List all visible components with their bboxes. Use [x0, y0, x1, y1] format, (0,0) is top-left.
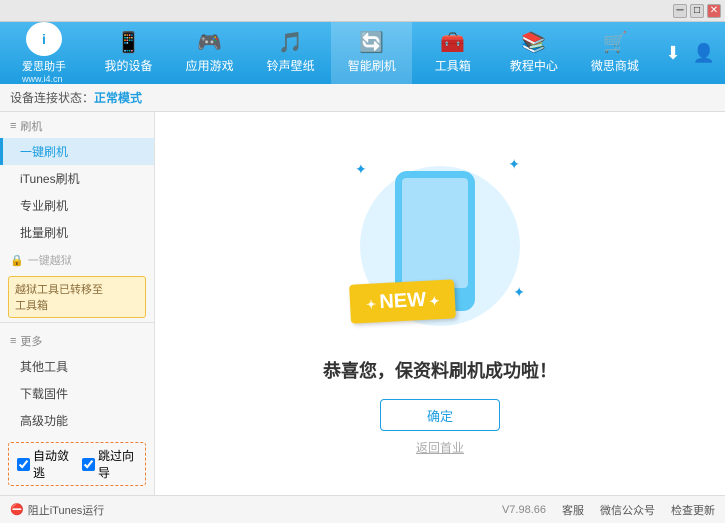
sparkle-1: ✦	[355, 161, 367, 178]
sidebar-item-batch-flash[interactable]: 批量刷机	[0, 219, 154, 246]
stop-icon: ⛔	[10, 503, 24, 516]
sidebar: ≡ 刷机 一键刷机 iTunes刷机 专业刷机 批量刷机 🔒 一键越狱 越狱工具…	[0, 112, 155, 495]
nav-label: 铃声壁纸	[267, 57, 315, 74]
logo-name: 爱思助手 www.i4.cn	[22, 58, 66, 84]
sidebar-jailbreak-warning: 越狱工具已转移至 工具箱	[8, 276, 146, 318]
sidebar-item-advanced[interactable]: 高级功能	[0, 407, 154, 434]
sidebar-section-flash: ≡ 刷机	[0, 112, 154, 138]
app-logo[interactable]: i 爱思助手 www.i4.cn	[0, 22, 88, 84]
nav-label: 微思商城	[591, 57, 639, 74]
bottom-bar: ⛔ 阻止iTunes运行 V7.98.66 客服 微信公众号 检查更新	[0, 495, 725, 523]
version-label: V7.98.66	[502, 504, 546, 516]
sidebar-section-jailbreak: 🔒 一键越狱	[0, 246, 154, 272]
nav-bar: i 爱思助手 www.i4.cn 📱 我的设备 🎮 应用游戏 🎵 铃声壁纸 🔄 …	[0, 22, 725, 84]
sidebar-item-one-key-flash[interactable]: 一键刷机	[0, 138, 154, 165]
section-icon: ≡	[10, 120, 16, 132]
sidebar-section-more: ≡ 更多	[0, 327, 154, 353]
phone-screen	[402, 178, 468, 288]
success-text: 恭喜您，保资料刷机成功啦！	[323, 357, 557, 383]
nav-label: 智能刷机	[348, 57, 396, 74]
nav-smart-flash[interactable]: 🔄 智能刷机	[331, 22, 412, 84]
tutorial-icon: 📚	[521, 33, 546, 53]
sidebar-divider	[0, 322, 154, 323]
status-value: 正常模式	[94, 89, 142, 106]
more-section-icon: ≡	[10, 335, 16, 347]
nav-ringtones[interactable]: 🎵 铃声壁纸	[250, 22, 331, 84]
nav-label: 我的设备	[105, 57, 153, 74]
through-wizard-checkbox[interactable]	[82, 458, 95, 471]
status-prefix: 设备连接状态：	[10, 89, 94, 106]
nav-my-device[interactable]: 📱 我的设备	[88, 22, 169, 84]
link-customer-service[interactable]: 客服	[562, 502, 584, 518]
download-btn[interactable]: ⬇	[665, 43, 680, 64]
ringtones-icon: 🎵	[278, 33, 303, 53]
stop-itunes-btn[interactable]: ⛔ 阻止iTunes运行	[10, 502, 104, 518]
title-bar: ─ □ ✕	[0, 0, 725, 22]
nav-items: 📱 我的设备 🎮 应用游戏 🎵 铃声壁纸 🔄 智能刷机 🧰 工具箱 📚 教程中心…	[88, 22, 655, 84]
sidebar-item-pro-flash[interactable]: 专业刷机	[0, 192, 154, 219]
success-illustration: ✦ ✦ ✦ NEW	[350, 151, 530, 341]
nav-apps-games[interactable]: 🎮 应用游戏	[169, 22, 250, 84]
my-device-icon: 📱	[116, 33, 141, 53]
new-badge: NEW	[349, 279, 456, 323]
sparkle-3: ✦	[513, 284, 525, 301]
apps-games-icon: 🎮	[197, 33, 222, 53]
sidebar-item-itunes-flash[interactable]: iTunes刷机	[0, 165, 154, 192]
device-section: 📱 iPhone 12 mini 64GB Down-12mini-13,1	[0, 490, 154, 495]
logo-circle: i	[26, 22, 62, 56]
link-check-update[interactable]: 检查更新	[671, 502, 715, 518]
again-link[interactable]: 返回首业	[416, 439, 464, 456]
nav-label: 工具箱	[435, 57, 471, 74]
auto-flash-label[interactable]: 自动敛逃	[17, 447, 72, 481]
nav-right: ⬇ 👤	[655, 22, 725, 84]
status-bar: 设备连接状态： 正常模式	[0, 84, 725, 112]
close-btn[interactable]: ✕	[707, 4, 721, 18]
through-wizard-label[interactable]: 跳过向导	[82, 447, 137, 481]
bottom-right: V7.98.66 客服 微信公众号 检查更新	[502, 502, 715, 518]
main-layout: ≡ 刷机 一键刷机 iTunes刷机 专业刷机 批量刷机 🔒 一键越狱 越狱工具…	[0, 112, 725, 495]
nav-label: 教程中心	[510, 57, 558, 74]
toolbox-icon: 🧰	[440, 33, 465, 53]
nav-label: 应用游戏	[186, 57, 234, 74]
sidebar-item-other-tools[interactable]: 其他工具	[0, 353, 154, 380]
content-area: ✦ ✦ ✦ NEW 恭喜您，保资料刷机成功啦！ 确定 返回首业	[155, 112, 725, 495]
maximize-btn[interactable]: □	[690, 4, 704, 18]
user-btn[interactable]: 👤	[693, 43, 715, 64]
auto-flash-checkbox[interactable]	[17, 458, 30, 471]
link-wechat-public[interactable]: 微信公众号	[600, 502, 655, 518]
sidebar-item-download-firmware[interactable]: 下载固件	[0, 380, 154, 407]
nav-tutorial[interactable]: 📚 教程中心	[493, 22, 574, 84]
confirm-button[interactable]: 确定	[380, 399, 500, 431]
lock-icon: 🔒	[10, 254, 24, 267]
sparkle-2: ✦	[508, 156, 520, 173]
smart-flash-icon: 🔄	[359, 33, 384, 53]
checkbox-area: 自动敛逃 跳过向导	[8, 442, 146, 486]
weisi-mall-icon: 🛒	[602, 33, 627, 53]
nav-weisi-mall[interactable]: 🛒 微思商城	[574, 22, 655, 84]
minimize-btn[interactable]: ─	[673, 4, 687, 18]
nav-toolbox[interactable]: 🧰 工具箱	[412, 22, 493, 84]
